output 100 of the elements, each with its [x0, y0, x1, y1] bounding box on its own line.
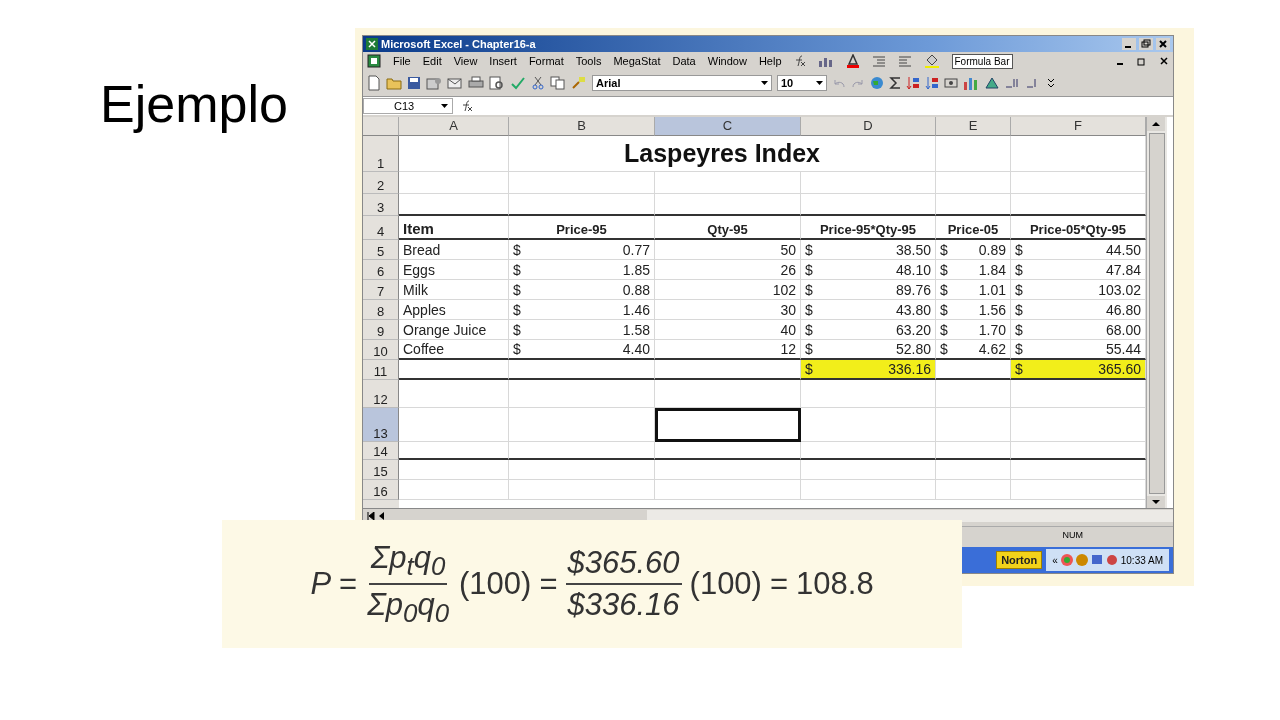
- row-header[interactable]: 11: [363, 360, 399, 380]
- paintbrush-icon[interactable]: [571, 76, 587, 90]
- row-header[interactable]: 16: [363, 480, 399, 500]
- row-header[interactable]: 2: [363, 172, 399, 194]
- row-header[interactable]: 1: [363, 136, 399, 172]
- row-header[interactable]: 12: [363, 380, 399, 408]
- scroll-down-icon[interactable]: [1147, 496, 1165, 508]
- table-cell: 40: [655, 320, 801, 340]
- cell-value: 0.88: [622, 282, 650, 298]
- menu-item[interactable]: File: [393, 55, 411, 67]
- sort-ascending-icon[interactable]: [906, 76, 920, 90]
- cell-value: 4.40: [622, 341, 650, 357]
- workbook-icon[interactable]: [367, 54, 381, 68]
- column-header[interactable]: B: [509, 117, 655, 136]
- table-cell: Item: [399, 216, 509, 240]
- row-header[interactable]: 10: [363, 340, 399, 360]
- new-document-icon[interactable]: [367, 75, 381, 91]
- row-header[interactable]: 3: [363, 194, 399, 216]
- tray-icon[interactable]: [1090, 554, 1103, 566]
- taskbar-button[interactable]: Norton: [996, 551, 1043, 569]
- column-header[interactable]: A: [399, 117, 509, 136]
- close-icon[interactable]: [1156, 38, 1170, 50]
- menu-item[interactable]: Window: [707, 55, 747, 67]
- scroll-up-icon[interactable]: [1147, 117, 1165, 131]
- row-header[interactable]: 15: [363, 460, 399, 480]
- font-size-dropdown[interactable]: 10: [777, 75, 827, 91]
- caret-icon: [441, 104, 448, 108]
- table-cell: Coffee: [399, 340, 509, 360]
- fraction-denominator: $336.16: [566, 586, 681, 623]
- horizontal-scrollbar[interactable]: [647, 510, 1173, 522]
- cell-value: 63.20: [895, 322, 931, 338]
- table-cell: Eggs: [399, 260, 509, 280]
- indent-icon[interactable]: [871, 55, 886, 67]
- menu-item[interactable]: Tools: [575, 55, 602, 67]
- currency-symbol: $: [805, 361, 813, 377]
- currency-symbol: $: [805, 341, 813, 357]
- vertical-scrollbar[interactable]: [1146, 117, 1167, 508]
- menu-item[interactable]: Insert: [489, 55, 517, 67]
- copy-icon[interactable]: [550, 76, 566, 90]
- tray-expand-button[interactable]: «: [1052, 554, 1058, 566]
- email-icon[interactable]: [447, 76, 463, 90]
- column-header[interactable]: C: [655, 117, 801, 136]
- row-header[interactable]: 14: [363, 442, 399, 460]
- tray-icon[interactable]: [1060, 554, 1073, 566]
- column-header[interactable]: D: [801, 117, 936, 136]
- sort-descending-icon[interactable]: [925, 76, 939, 90]
- menu-item[interactable]: Data: [672, 55, 696, 67]
- tray-icon[interactable]: [1105, 554, 1118, 566]
- globe-icon[interactable]: [870, 76, 884, 90]
- formula-variable: P: [310, 566, 332, 602]
- font-color-icon[interactable]: [845, 54, 860, 68]
- function-icon[interactable]: [461, 100, 473, 112]
- column-header[interactable]: F: [1011, 117, 1146, 136]
- row-header[interactable]: 5: [363, 240, 399, 260]
- restore-icon[interactable]: [1137, 56, 1147, 66]
- increase-decimal-icon[interactable]: [1005, 77, 1021, 89]
- first-sheet-icon[interactable]: [367, 512, 375, 520]
- row-header[interactable]: 6: [363, 260, 399, 280]
- selected-cell[interactable]: [655, 408, 801, 442]
- table-cell: 102: [655, 280, 801, 300]
- print-preview-icon[interactable]: [489, 76, 505, 90]
- menu-item[interactable]: View: [453, 55, 478, 67]
- cell-value: 46.80: [1105, 302, 1141, 318]
- column-header[interactable]: E: [936, 117, 1011, 136]
- table-cell: Price-95*Qty-95: [801, 216, 936, 240]
- indent-icon[interactable]: [897, 55, 912, 67]
- printer-icon[interactable]: [468, 76, 484, 90]
- save-icon[interactable]: [407, 76, 421, 90]
- restore-icon[interactable]: [1139, 38, 1153, 50]
- row-header[interactable]: 4: [363, 216, 399, 240]
- sum-icon[interactable]: [889, 76, 901, 90]
- overflow-icon[interactable]: [1047, 77, 1055, 89]
- font-dropdown[interactable]: Arial: [592, 75, 772, 91]
- tray-icon[interactable]: [1075, 554, 1088, 566]
- currency-symbol: $: [940, 242, 948, 258]
- folder-icon[interactable]: [386, 76, 402, 90]
- name-box[interactable]: C13: [363, 98, 453, 114]
- caret-icon: [761, 81, 768, 85]
- fill-bucket-icon[interactable]: [923, 54, 940, 68]
- menu-item[interactable]: MegaStat: [613, 55, 661, 67]
- chart-icon[interactable]: [963, 76, 979, 90]
- menu-item[interactable]: Format: [528, 55, 564, 67]
- chart-wizard-icon[interactable]: [817, 55, 834, 67]
- row-header[interactable]: 8: [363, 300, 399, 320]
- drawing-tools-icon[interactable]: [984, 76, 1000, 90]
- select-all-corner[interactable]: [363, 117, 399, 136]
- close-icon[interactable]: [1159, 56, 1169, 66]
- formula-bar-button[interactable]: Formula Bar: [951, 53, 1013, 69]
- row-header[interactable]: 9: [363, 320, 399, 340]
- currency-symbol: $: [1015, 361, 1023, 377]
- function-icon[interactable]: [793, 55, 806, 67]
- currency-symbol: $: [1015, 242, 1023, 258]
- row-header[interactable]: 7: [363, 280, 399, 300]
- menu-item[interactable]: Edit: [422, 55, 442, 67]
- cell-value: 44.50: [1105, 242, 1141, 258]
- currency-symbol: $: [805, 242, 813, 258]
- row-header[interactable]: 13: [363, 408, 399, 442]
- minimize-icon[interactable]: [1122, 38, 1136, 50]
- menu-item[interactable]: Help: [758, 55, 782, 67]
- scissors-icon[interactable]: [531, 76, 545, 90]
